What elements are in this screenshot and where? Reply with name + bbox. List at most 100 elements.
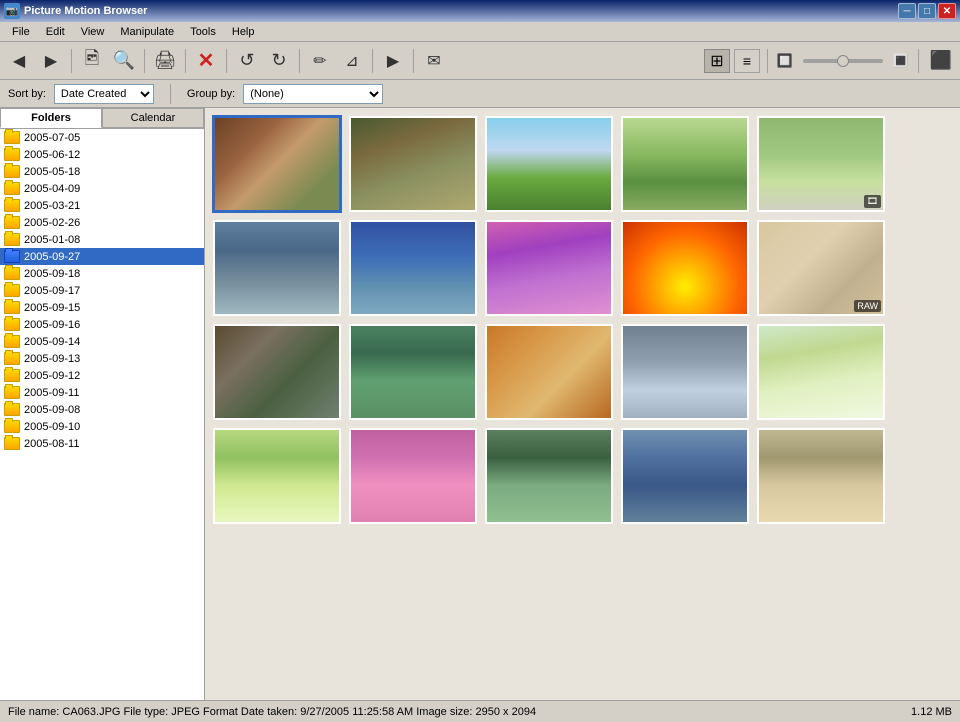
sidebar-tabs: Folders Calendar xyxy=(0,108,204,129)
email-button[interactable]: ✉ xyxy=(419,46,449,76)
print-button[interactable]: 🖨 xyxy=(150,46,180,76)
folder-label: 2005-02-26 xyxy=(24,217,80,229)
thumbnail-view-button[interactable]: ⊞ xyxy=(704,49,730,73)
folder-label: 2005-05-18 xyxy=(24,166,80,178)
title-bar: 📷 Picture Motion Browser ─ □ ✕ xyxy=(0,0,960,22)
sort-divider xyxy=(170,84,171,104)
maximize-button[interactable]: □ xyxy=(918,3,936,19)
folder-item[interactable]: 2005-09-17 xyxy=(0,282,204,299)
back-button[interactable]: ◀ xyxy=(4,46,34,76)
rotate-ccw-button[interactable]: ↺ xyxy=(232,46,262,76)
folder-item[interactable]: 2005-09-14 xyxy=(0,333,204,350)
photo-area[interactable]: 🎞RAW xyxy=(205,108,960,700)
photo-thumbnail[interactable] xyxy=(349,116,477,212)
photo-thumbnail[interactable] xyxy=(349,324,477,420)
close-button[interactable]: ✕ xyxy=(938,3,956,19)
folder-item[interactable]: 2005-05-18 xyxy=(0,163,204,180)
folder-icon xyxy=(4,352,20,365)
menu-tools[interactable]: Tools xyxy=(182,24,224,40)
folder-icon xyxy=(4,267,20,280)
rotate-cw-button[interactable]: ↻ xyxy=(264,46,294,76)
photo-thumbnail[interactable] xyxy=(485,220,613,316)
folder-label: 2005-09-13 xyxy=(24,353,80,365)
photo-thumbnail[interactable] xyxy=(213,324,341,420)
photo-row xyxy=(213,428,952,524)
browse-button[interactable]: 🔍 xyxy=(109,46,139,76)
sort-dropdown[interactable]: Date Created xyxy=(54,84,154,104)
folder-item[interactable]: 2005-09-15 xyxy=(0,299,204,316)
folder-item[interactable]: 2005-09-27 xyxy=(0,248,204,265)
photo-thumbnail[interactable] xyxy=(621,116,749,212)
toolbar-separator-1 xyxy=(71,49,72,73)
folder-item[interactable]: 2005-06-12 xyxy=(0,146,204,163)
zoom-out-button[interactable]: 🔲 xyxy=(775,46,795,76)
photo-thumbnail[interactable]: RAW xyxy=(757,220,885,316)
folder-item[interactable]: 2005-04-09 xyxy=(0,180,204,197)
toolbar-separator-4 xyxy=(226,49,227,73)
folder-icon xyxy=(4,386,20,399)
folder-item[interactable]: 2005-09-16 xyxy=(0,316,204,333)
folder-item[interactable]: 2005-09-10 xyxy=(0,418,204,435)
photo-thumbnail[interactable] xyxy=(757,428,885,524)
photo-row: RAW xyxy=(213,220,952,316)
zoom-slider-thumb[interactable] xyxy=(837,55,849,67)
toolbar-separator-2 xyxy=(144,49,145,73)
menu-help[interactable]: Help xyxy=(224,24,263,40)
slideshow-button[interactable]: ▶ xyxy=(378,46,408,76)
toolbar-separator-7 xyxy=(413,49,414,73)
sort-bar: Sort by: Date Created Group by: (None) xyxy=(0,80,960,108)
menu-manipulate[interactable]: Manipulate xyxy=(112,24,182,40)
photo-thumbnail[interactable] xyxy=(213,116,341,212)
fullscreen-button[interactable]: ⬛ xyxy=(926,46,956,76)
photo-thumbnail[interactable] xyxy=(349,428,477,524)
folder-label: 2005-08-11 xyxy=(24,438,79,450)
adjust-button[interactable]: ⊿ xyxy=(337,46,367,76)
delete-button[interactable]: ✕ xyxy=(191,46,221,76)
folder-item[interactable]: 2005-08-11 xyxy=(0,435,204,452)
folder-label: 2005-09-10 xyxy=(24,421,80,433)
folder-item[interactable]: 2005-09-08 xyxy=(0,401,204,418)
menu-file[interactable]: File xyxy=(4,24,38,40)
folder-item[interactable]: 2005-07-05 xyxy=(0,129,204,146)
list-view-button[interactable]: ≡ xyxy=(734,49,760,73)
folder-icon xyxy=(4,301,20,314)
toolbar-separator-6 xyxy=(372,49,373,73)
folder-list: 2005-07-052005-06-12 2005-05-18 2005-04-09… xyxy=(0,129,204,700)
zoom-slider[interactable] xyxy=(803,59,883,63)
group-dropdown[interactable]: (None) xyxy=(243,84,383,104)
photo-thumbnail[interactable] xyxy=(757,324,885,420)
folder-item[interactable]: 2005-09-12 xyxy=(0,367,204,384)
minimize-button[interactable]: ─ xyxy=(898,3,916,19)
folder-icon xyxy=(4,318,20,331)
photo-thumbnail[interactable] xyxy=(485,324,613,420)
photo-thumbnail[interactable] xyxy=(621,220,749,316)
menu-view[interactable]: View xyxy=(73,24,113,40)
photo-thumbnail[interactable] xyxy=(349,220,477,316)
menu-bar: FileEditViewManipulateToolsHelp xyxy=(0,22,960,42)
photo-thumbnail[interactable] xyxy=(485,116,613,212)
import-button[interactable]: 🖻 xyxy=(77,46,107,76)
folder-label: 2005-09-15 xyxy=(24,302,80,314)
tab-folders[interactable]: Folders xyxy=(0,108,102,128)
forward-button[interactable]: ▶ xyxy=(36,46,66,76)
photo-thumbnail[interactable] xyxy=(213,220,341,316)
tab-calendar[interactable]: Calendar xyxy=(102,108,204,128)
photo-thumbnail[interactable] xyxy=(621,428,749,524)
folder-item[interactable]: 2005-09-18 xyxy=(0,265,204,282)
app-icon: 📷 xyxy=(4,3,20,19)
photo-thumbnail[interactable] xyxy=(485,428,613,524)
edit-button[interactable]: ✏ xyxy=(305,46,335,76)
toolbar: ◀ ▶ 🖻 🔍 🖨 ✕ ↺ ↻ ✏ ⊿ ▶ ✉ ⊞ ≡ 🔲 🔳 ⬛ xyxy=(0,42,960,80)
photo-thumbnail[interactable] xyxy=(213,428,341,524)
title-buttons: ─ □ ✕ xyxy=(898,3,956,19)
folder-item[interactable]: 2005-03-21 xyxy=(0,197,204,214)
photo-thumbnail[interactable]: 🎞 xyxy=(757,116,885,212)
folder-item[interactable]: 2005-09-11 xyxy=(0,384,204,401)
zoom-in-button[interactable]: 🔳 xyxy=(891,46,911,76)
folder-item[interactable]: 2005-02-26 xyxy=(0,214,204,231)
folder-item[interactable]: 2005-09-13 xyxy=(0,350,204,367)
folder-item[interactable]: 2005-01-08 xyxy=(0,231,204,248)
menu-edit[interactable]: Edit xyxy=(38,24,73,40)
window-title: Picture Motion Browser xyxy=(24,5,894,17)
photo-thumbnail[interactable] xyxy=(621,324,749,420)
